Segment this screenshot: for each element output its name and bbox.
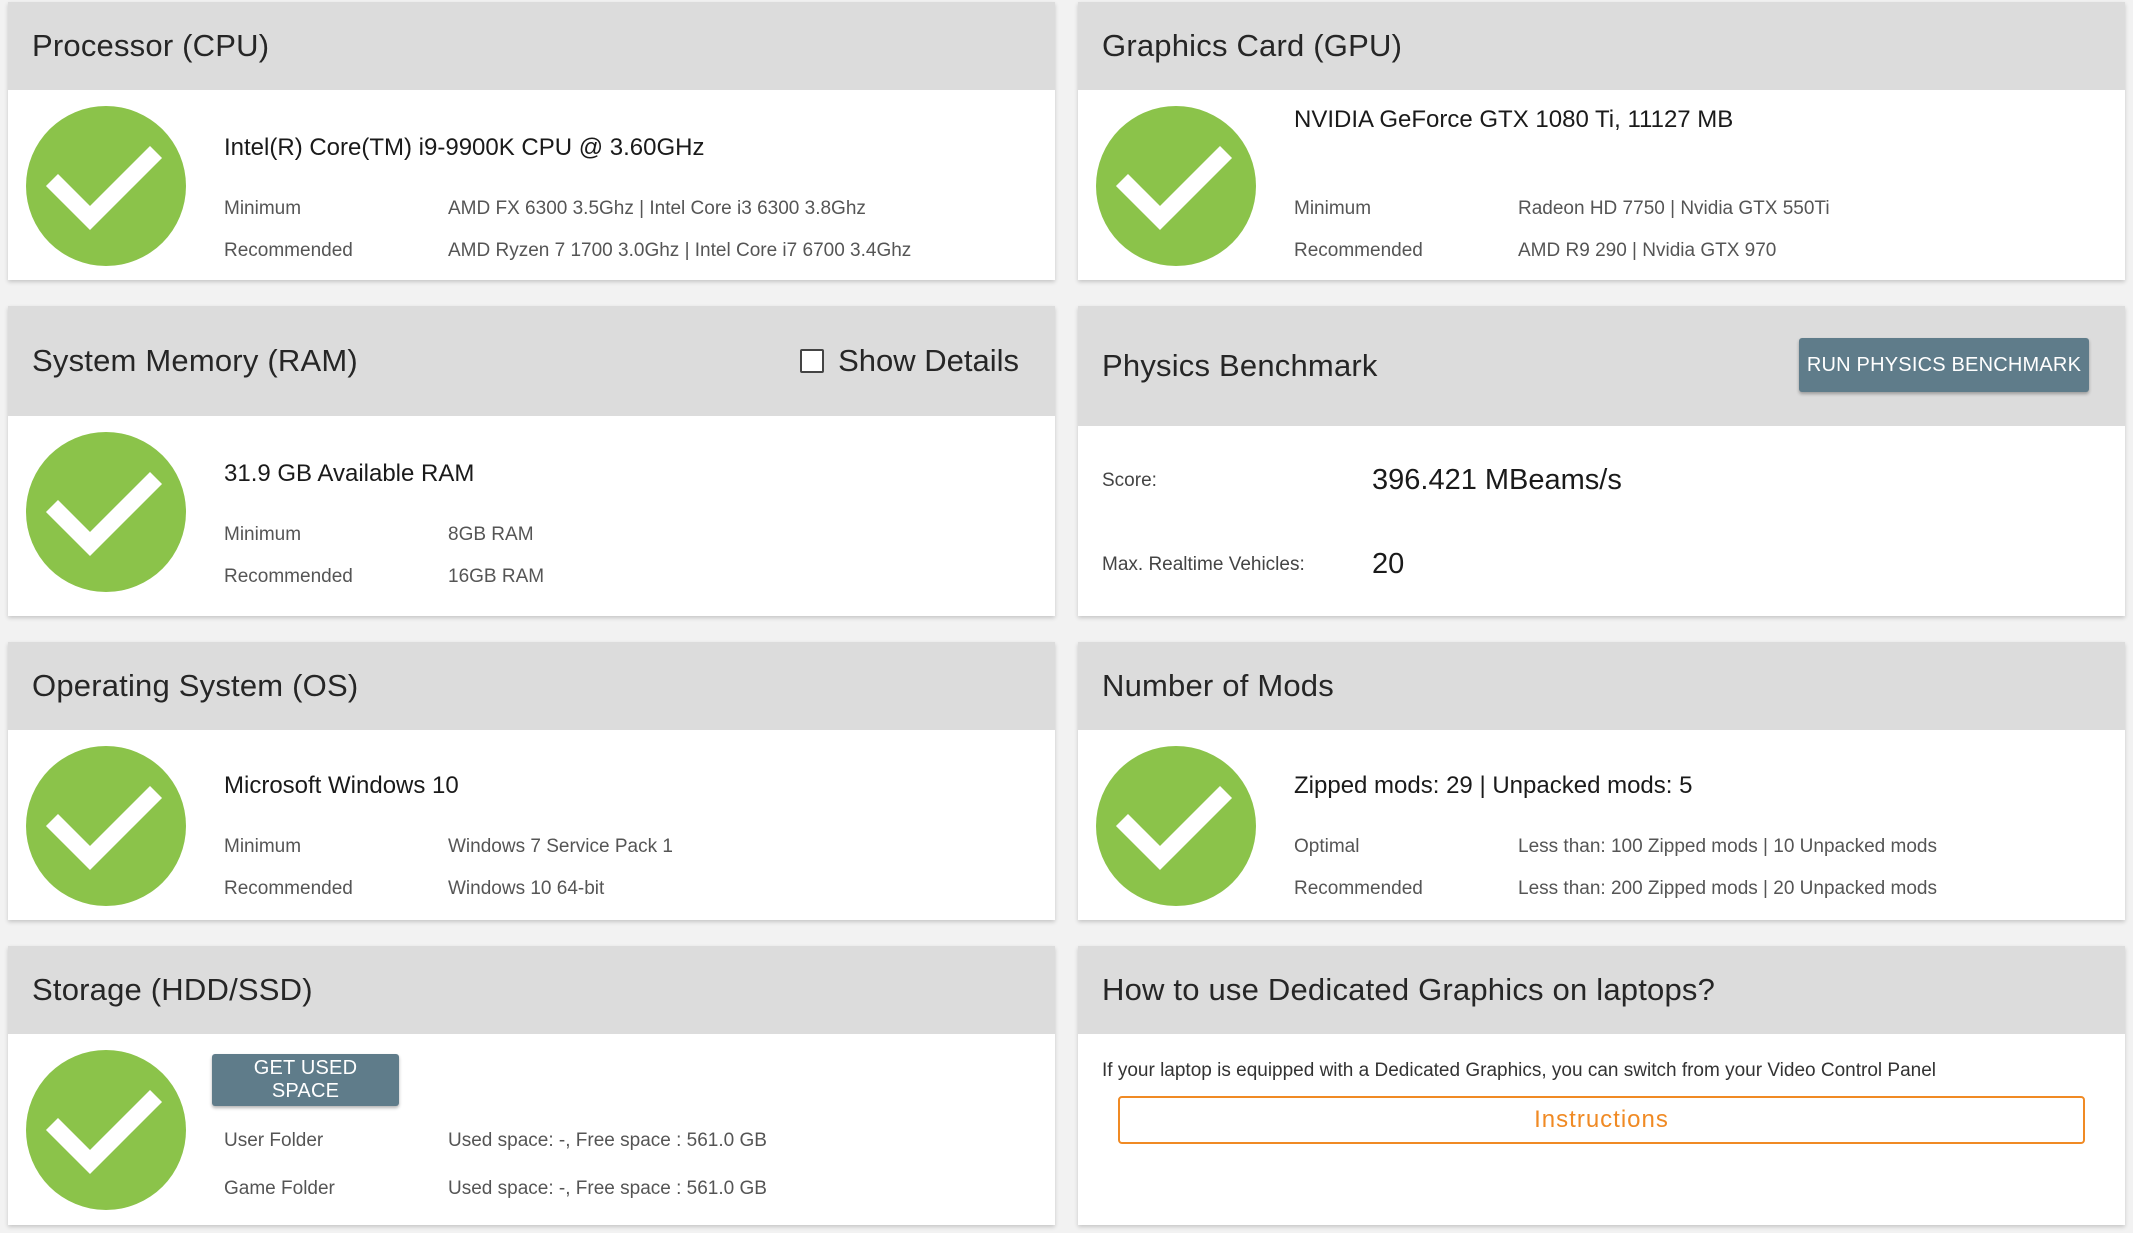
storage-card-title: Storage (HDD/SSD) (32, 972, 313, 1007)
show-details-checkbox[interactable] (800, 349, 825, 373)
ram-rec-label: Recommended (224, 566, 353, 587)
mods-rec-label: Recommended (1294, 878, 1423, 899)
cpu-card: Processor (CPU) Intel(R) Core(TM) i9-990… (8, 2, 1055, 280)
run-physics-benchmark-button[interactable]: RUN PHYSICS BENCHMARK (1799, 338, 2089, 392)
instructions-button[interactable]: Instructions (1118, 1096, 2085, 1144)
user-folder-value: Used space: -, Free space : 561.0 GB (448, 1130, 767, 1151)
show-details-toggle[interactable]: Show Details (800, 343, 1019, 379)
mods-opt-value: Less than: 100 Zipped mods | 10 Unpacked… (1518, 836, 1937, 857)
get-used-space-button[interactable]: GET USED SPACE (212, 1054, 399, 1106)
score-label: Score: (1102, 470, 1157, 491)
laptop-description: If your laptop is equipped with a Dedica… (1102, 1060, 1936, 1081)
cpu-min-label: Minimum (224, 198, 302, 219)
gpu-detected: NVIDIA GeForce GTX 1080 Ti, 11127 MB (1294, 106, 1734, 133)
checkmark-icon (26, 1050, 186, 1210)
gpu-rec-value: AMD R9 290 | Nvidia GTX 970 (1518, 240, 1777, 261)
storage-card: Storage (HDD/SSD) GET USED SPACE User Fo… (8, 946, 1055, 1225)
game-folder-value: Used space: -, Free space : 561.0 GB (448, 1178, 767, 1199)
user-folder-label: User Folder (224, 1130, 324, 1151)
gpu-rec-label: Recommended (1294, 240, 1423, 261)
gpu-card-title: Graphics Card (GPU) (1102, 28, 1403, 63)
mods-opt-label: Optimal (1294, 836, 1360, 857)
os-rec-label: Recommended (224, 878, 353, 899)
physics-card-title: Physics Benchmark (1102, 348, 1378, 383)
os-min-value: Windows 7 Service Pack 1 (448, 836, 673, 857)
cpu-card-header: Processor (CPU) (8, 2, 1055, 90)
vehicles-label: Max. Realtime Vehicles: (1102, 554, 1305, 575)
cpu-rec-value: AMD Ryzen 7 1700 3.0Ghz | Intel Core i7 … (448, 240, 912, 261)
checkmark-icon (26, 106, 186, 266)
ram-card: System Memory (RAM) Show Details 31.9 GB… (8, 306, 1055, 616)
mods-card: Number of Mods Zipped mods: 29 | Unpacke… (1078, 642, 2125, 920)
laptop-graphics-card: How to use Dedicated Graphics on laptops… (1078, 946, 2125, 1225)
mods-rec-value: Less than: 200 Zipped mods | 20 Unpacked… (1518, 878, 1937, 899)
os-card-header: Operating System (OS) (8, 642, 1055, 730)
gpu-card-header: Graphics Card (GPU) (1078, 2, 2125, 90)
ram-detected: 31.9 GB Available RAM (224, 460, 475, 487)
mods-card-title: Number of Mods (1102, 668, 1334, 703)
checkmark-icon (1096, 106, 1256, 266)
os-rec-value: Windows 10 64-bit (448, 878, 605, 899)
ram-rec-value: 16GB RAM (448, 566, 545, 587)
os-detected: Microsoft Windows 10 (224, 772, 459, 799)
checkmark-icon (1096, 746, 1256, 906)
gpu-min-value: Radeon HD 7750 | Nvidia GTX 550Ti (1518, 198, 1830, 219)
laptop-card-title: How to use Dedicated Graphics on laptops… (1102, 972, 1716, 1007)
score-value: 396.421 MBeams/s (1372, 464, 1622, 496)
show-details-label: Show Details (838, 343, 1019, 378)
cpu-rec-label: Recommended (224, 240, 353, 261)
gpu-min-label: Minimum (1294, 198, 1372, 219)
checkmark-icon (26, 746, 186, 906)
checkmark-icon (26, 432, 186, 592)
ram-card-title: System Memory (RAM) (32, 343, 358, 378)
mods-card-header: Number of Mods (1078, 642, 2125, 730)
os-card-title: Operating System (OS) (32, 668, 359, 703)
ram-card-header: System Memory (RAM) Show Details (8, 306, 1055, 416)
game-folder-label: Game Folder (224, 1178, 335, 1199)
cpu-card-title: Processor (CPU) (32, 28, 270, 63)
system-info-grid: Processor (CPU) Intel(R) Core(TM) i9-990… (0, 0, 2133, 1233)
os-min-label: Minimum (224, 836, 302, 857)
laptop-card-header: How to use Dedicated Graphics on laptops… (1078, 946, 2125, 1034)
cpu-detected: Intel(R) Core(TM) i9-9900K CPU @ 3.60GHz (224, 134, 705, 161)
ram-min-value: 8GB RAM (448, 524, 534, 545)
vehicles-value: 20 (1372, 548, 1405, 580)
ram-min-label: Minimum (224, 524, 302, 545)
os-card: Operating System (OS) Microsoft Windows … (8, 642, 1055, 920)
gpu-card: Graphics Card (GPU) NVIDIA GeForce GTX 1… (1078, 2, 2125, 280)
storage-card-header: Storage (HDD/SSD) (8, 946, 1055, 1034)
mods-detected: Zipped mods: 29 | Unpacked mods: 5 (1294, 772, 1693, 799)
cpu-min-value: AMD FX 6300 3.5Ghz | Intel Core i3 6300 … (448, 198, 866, 219)
physics-card: Physics Benchmark RUN PHYSICS BENCHMARK … (1078, 306, 2125, 616)
